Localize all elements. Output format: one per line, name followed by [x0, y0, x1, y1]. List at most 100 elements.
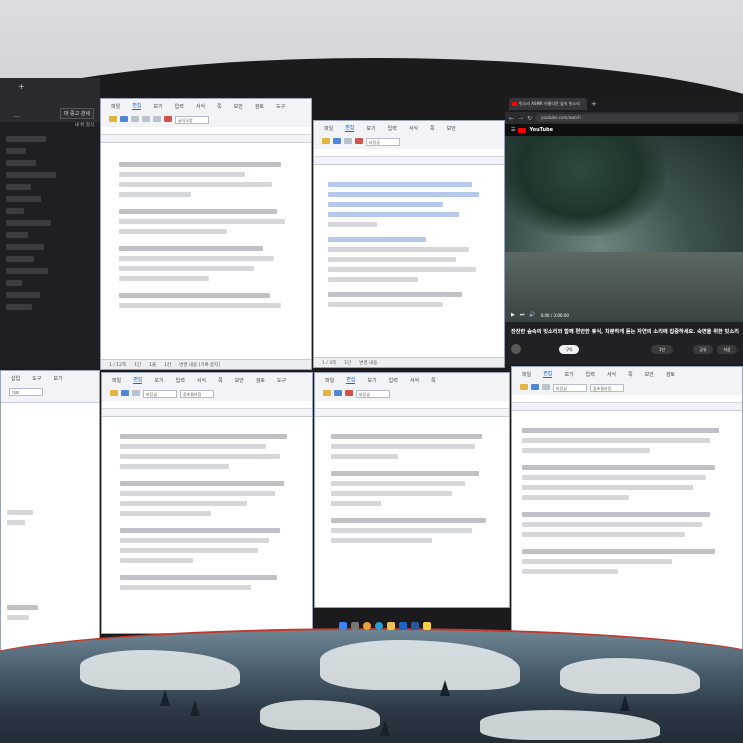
tab-edit[interactable]: 편집: [543, 370, 553, 378]
tab-view[interactable]: 보기: [153, 103, 162, 110]
hwp-window-3[interactable]: 파일 편집 보기 입력 서식 쪽 보안 검토 도구 바탕글 함초롬바탕: [101, 372, 313, 634]
print-icon[interactable]: [131, 116, 139, 122]
video-player[interactable]: ▶ ⏭ 🔊 0:00 / 3:00:00: [505, 136, 743, 322]
back-icon[interactable]: ←: [509, 115, 514, 122]
tab-view[interactable]: 보기: [154, 377, 163, 384]
tab-page[interactable]: 쪽: [430, 125, 435, 132]
format-icon[interactable]: [164, 116, 172, 122]
open-icon[interactable]: [520, 384, 528, 390]
explorer-action[interactable]: 새 위 정식: [0, 122, 100, 130]
tab-format[interactable]: 서식: [409, 125, 418, 132]
new-tab-icon[interactable]: +: [591, 100, 597, 108]
print-icon[interactable]: [542, 384, 550, 390]
tab-file[interactable]: 파일: [325, 377, 334, 384]
add-icon[interactable]: +: [18, 82, 25, 91]
youtube-logo[interactable]: YouTube: [529, 127, 553, 133]
browser-tab[interactable]: 빗소리 ASMR 아름다운 숲속 빗소리: [509, 98, 587, 110]
print-icon[interactable]: [132, 390, 140, 396]
tab-file[interactable]: 파일: [324, 125, 333, 132]
font-select[interactable]: 함초롬바탕: [180, 390, 214, 398]
notes-icon[interactable]: [423, 622, 431, 630]
browser-window[interactable]: 빗소리 ASMR 아름다운 숲속 빗소리 + ← → ↻ youtube.com…: [505, 96, 743, 364]
format-icon[interactable]: [345, 390, 353, 396]
tab-review[interactable]: 검토: [666, 371, 675, 378]
document-page[interactable]: [516, 415, 742, 651]
tab-insert[interactable]: 입력: [175, 103, 184, 110]
style-select[interactable]: 바탕글: [553, 384, 587, 392]
tab-security[interactable]: 보안: [235, 377, 244, 384]
print-icon[interactable]: [344, 138, 352, 144]
tab-edit[interactable]: 편집: [345, 124, 355, 132]
tab-insert[interactable]: 입력: [389, 377, 398, 384]
tab-format[interactable]: 서식: [196, 103, 205, 110]
tab-page[interactable]: 쪽: [217, 103, 222, 110]
tab-edit[interactable]: 편집: [346, 376, 356, 384]
save-icon[interactable]: [531, 384, 539, 390]
share-button[interactable]: 공유: [693, 345, 713, 354]
hwp-window-left[interactable]: 삽입 도구 보기 대표: [0, 370, 100, 660]
folder-icon[interactable]: [387, 622, 395, 630]
next-icon[interactable]: ⏭: [520, 312, 525, 318]
open-icon[interactable]: [110, 390, 118, 396]
hwp-window-4[interactable]: 파일 편집 보기 입력 서식 쪽 바탕글: [314, 372, 510, 608]
chrome-icon[interactable]: [363, 622, 371, 630]
tab-insert[interactable]: 입력: [176, 377, 185, 384]
play-icon[interactable]: ▶: [511, 312, 515, 318]
open-icon[interactable]: [322, 138, 330, 144]
style-select[interactable]: 바탕글: [143, 390, 177, 398]
save-icon[interactable]: [333, 138, 341, 144]
search-icon[interactable]: [351, 622, 359, 630]
hwp-window-1[interactable]: 파일 편집 보기 입력 서식 쪽 보안 검토 도구 글자모양 1 / 12쪽 1…: [100, 98, 312, 370]
hwp-icon[interactable]: [399, 622, 407, 630]
tab-page[interactable]: 쪽: [431, 377, 436, 384]
style-select[interactable]: 글자모양: [175, 116, 209, 124]
tab-view[interactable]: 보기: [564, 371, 573, 378]
style-select[interactable]: 바탕글: [366, 138, 400, 146]
tab-tools[interactable]: 도구: [32, 375, 41, 382]
open-icon[interactable]: [323, 390, 331, 396]
tab-insert[interactable]: 입력: [586, 371, 595, 378]
tab-review[interactable]: 검토: [255, 103, 264, 110]
hwp-window-5[interactable]: 파일 편집 보기 입력 서식 쪽 보안 검토 바탕글 함초롬바탕: [511, 366, 743, 656]
tab-format[interactable]: 서식: [607, 371, 616, 378]
tab-edit[interactable]: 편집: [132, 102, 142, 110]
menu-icon[interactable]: ☰: [511, 127, 515, 133]
like-button[interactable]: 1만: [651, 345, 673, 354]
document-page[interactable]: [320, 169, 500, 349]
edge-icon[interactable]: [375, 622, 383, 630]
document-page[interactable]: [114, 421, 308, 631]
word-icon[interactable]: [411, 622, 419, 630]
track-changes[interactable]: 변경 내용: [359, 360, 377, 366]
tab-page[interactable]: 쪽: [628, 371, 633, 378]
undo-icon[interactable]: [142, 116, 150, 122]
save-icon[interactable]: [120, 116, 128, 122]
tab-view[interactable]: 보기: [366, 125, 375, 132]
tab-format[interactable]: 서식: [197, 377, 206, 384]
tab-view[interactable]: 보기: [367, 377, 376, 384]
windows-icon[interactable]: [339, 622, 347, 630]
tab-insert[interactable]: 삽입: [11, 375, 20, 382]
tab-tools[interactable]: 도구: [276, 103, 285, 110]
tab-edit[interactable]: 편집: [133, 376, 143, 384]
save-icon[interactable]: [334, 390, 342, 396]
tab-file[interactable]: 파일: [111, 103, 120, 110]
tab-view[interactable]: 보기: [53, 375, 62, 382]
tab-page[interactable]: 쪽: [218, 377, 223, 384]
youtube-logo-icon[interactable]: [518, 127, 527, 133]
style-select[interactable]: 대표: [9, 388, 43, 396]
tab-security[interactable]: 보안: [447, 125, 456, 132]
hwp-window-2[interactable]: 파일 편집 보기 입력 서식 쪽 보안 바탕글 1 / 3쪽 1단 변경 내용: [313, 120, 505, 368]
format-icon[interactable]: [355, 138, 363, 144]
tab-review[interactable]: 검토: [256, 377, 265, 384]
tab-format[interactable]: 서식: [410, 377, 419, 384]
channel-avatar[interactable]: [511, 344, 521, 354]
tab-insert[interactable]: 입력: [388, 125, 397, 132]
tab-tools[interactable]: 도구: [277, 377, 286, 384]
document-page[interactable]: [325, 421, 505, 601]
save-icon[interactable]: [121, 390, 129, 396]
tab-file[interactable]: 파일: [112, 377, 121, 384]
volume-icon[interactable]: 🔊: [529, 312, 535, 318]
reload-icon[interactable]: ↻: [527, 115, 532, 122]
document-page[interactable]: [1, 405, 99, 655]
redo-icon[interactable]: [153, 116, 161, 122]
